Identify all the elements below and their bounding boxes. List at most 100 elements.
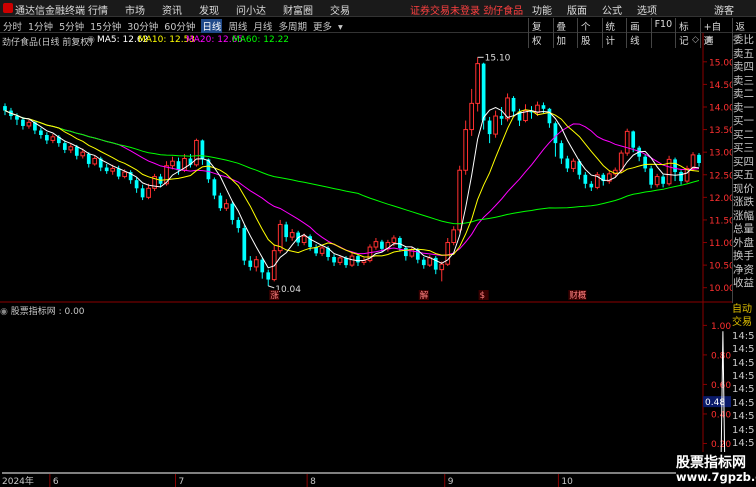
candle-body-up xyxy=(301,235,307,244)
menu-item-quotes[interactable]: 行情 xyxy=(88,2,108,17)
candle-body-up xyxy=(146,187,151,198)
indicator-chart[interactable]: 1.000.800.600.400.200.48 xyxy=(0,303,756,475)
period-tab-1min[interactable]: 1分钟 xyxy=(28,19,53,33)
menu-item-trade[interactable]: 交易 xyxy=(330,2,350,17)
candle-body-down xyxy=(260,259,265,273)
quote-row-label: 委比 xyxy=(733,34,754,46)
candle-body-up xyxy=(391,237,397,244)
ma60-line xyxy=(4,110,700,225)
candle-body-up xyxy=(253,259,259,268)
x-axis-month-label: 7 xyxy=(179,477,185,487)
x-axis-month-label: 6 xyxy=(53,477,59,487)
menu-item-options[interactable]: 选项 xyxy=(637,2,657,17)
indicator-tick-label: 0.80 xyxy=(711,351,731,361)
period-tab-more-label: 更多 xyxy=(312,22,332,33)
tick-row-label: 14:5 xyxy=(732,344,755,356)
x-axis-year-label: 2024年 xyxy=(2,475,34,487)
candle-body-down xyxy=(74,146,79,156)
menu-item-discover[interactable]: 发现 xyxy=(199,2,219,17)
candle-body-up xyxy=(690,154,696,169)
candle-body-up xyxy=(194,139,199,166)
menu-item-layout[interactable]: 版面 xyxy=(567,2,587,17)
candle-body-down xyxy=(39,130,43,136)
guest-user[interactable]: 游客 xyxy=(714,2,734,17)
candle-body-up xyxy=(110,167,116,172)
period-tab-multi[interactable]: 多周期 xyxy=(278,19,307,33)
watermark: 股票指标网 www.7gpzb.com xyxy=(676,452,756,487)
tick-row-label: 14:5 xyxy=(732,438,755,450)
candle-body-up xyxy=(80,151,86,157)
candle-body-down xyxy=(236,219,241,229)
menu-item-wealth[interactable]: 财富圈 xyxy=(283,2,313,17)
period-tab-monthly[interactable]: 月线 xyxy=(253,19,272,33)
candle-body-down xyxy=(583,174,588,184)
period-tab-30min[interactable]: 30分钟 xyxy=(127,19,158,33)
x-axis: 2024年67891011 xyxy=(2,474,573,487)
period-tab-intraday[interactable]: 分时 xyxy=(3,19,22,33)
tick-row-label: 14:5 xyxy=(732,371,755,383)
login-status-text: 证券交易未登录 xyxy=(410,6,480,17)
ma5-line xyxy=(4,106,700,269)
ma20-line xyxy=(4,110,700,257)
quote-row-label: 买二 xyxy=(733,128,754,141)
quote-row-label: 净资 xyxy=(733,263,754,276)
candlestick-chart[interactable]: 15.0014.5014.0013.5013.0012.5012.0011.50… xyxy=(0,33,756,303)
tick-row-label: 14:5 xyxy=(732,397,755,409)
candle-body-down xyxy=(86,153,91,164)
candle-body-down xyxy=(679,172,683,182)
period-tab-daily[interactable]: 日线 xyxy=(201,19,223,33)
candle-body-down xyxy=(104,167,109,172)
candle-body-up xyxy=(68,146,74,151)
candle-body-down xyxy=(643,156,648,169)
candle-body-up xyxy=(289,232,295,238)
candle-body-down xyxy=(3,106,7,111)
ma10-line xyxy=(4,109,700,258)
menu-item-formula[interactable]: 公式 xyxy=(602,2,622,17)
candle-body-up xyxy=(50,136,56,141)
quote-row-label: 收益 xyxy=(733,277,754,289)
period-tab-60min[interactable]: 60分钟 xyxy=(164,19,195,33)
candle-body-up xyxy=(439,263,445,271)
menu-item-function[interactable]: 功能 xyxy=(532,2,552,17)
quote-row-label: 卖四 xyxy=(733,61,754,73)
tick-row-label: 14:5 xyxy=(732,357,755,369)
candle-body-up xyxy=(224,203,229,209)
candle-body-down xyxy=(242,228,247,261)
candle-body-down xyxy=(697,154,701,164)
quote-row-label: 卖一 xyxy=(733,101,754,114)
candle-body-down xyxy=(218,195,223,209)
trade-ticks-panel: 自动 交易 14:5 14:5 14:5 14:5 14:5 14:5 14:5 14:5 14:5 xyxy=(732,303,756,453)
high-price-label: 15.10 xyxy=(485,53,511,63)
candle-body-down xyxy=(230,203,235,220)
period-tab-5min[interactable]: 5分钟 xyxy=(59,19,84,33)
candle-body-up xyxy=(493,115,498,135)
candle-body-down xyxy=(398,238,402,248)
candle-body-down xyxy=(356,256,360,263)
candle-body-down xyxy=(140,188,145,198)
period-tab-more[interactable]: 更多 ▾ xyxy=(313,19,343,33)
title-bar: 通达信金融终端 行情 市场 资讯 发现 问小达 财富圈 交易 证券交易未登录 劲… xyxy=(0,0,756,17)
candle-body-up xyxy=(571,160,576,169)
period-tab-weekly[interactable]: 周线 xyxy=(228,19,247,33)
event-marker-label: 解 xyxy=(420,290,429,301)
quote-row-label: 外盘 xyxy=(733,236,754,249)
quote-row-label: 涨幅 xyxy=(733,209,754,222)
period-tab-15min[interactable]: 15分钟 xyxy=(90,19,121,33)
candle-body-down xyxy=(116,168,121,177)
candle-body-down xyxy=(212,179,217,196)
menu-item-news[interactable]: 资讯 xyxy=(162,2,182,17)
candle-body-up xyxy=(170,160,175,167)
tick-row-label: 14:5 xyxy=(732,411,755,423)
quote-row-label: 买五 xyxy=(733,169,754,181)
candle-body-down xyxy=(487,120,492,135)
menu-item-market[interactable]: 市场 xyxy=(125,2,145,17)
candle-body-down xyxy=(649,168,653,185)
candle-body-down xyxy=(511,97,516,112)
watermark-url: www.7gpzb.com xyxy=(676,470,756,484)
login-status[interactable]: 证券交易未登录 劲仔食品 xyxy=(410,2,523,17)
menu-item-ask[interactable]: 问小达 xyxy=(236,2,266,17)
quote-row-label: 买一 xyxy=(733,115,754,127)
candle-body-up xyxy=(457,169,463,231)
candle-body-up xyxy=(624,130,630,154)
candle-body-down xyxy=(565,158,570,169)
